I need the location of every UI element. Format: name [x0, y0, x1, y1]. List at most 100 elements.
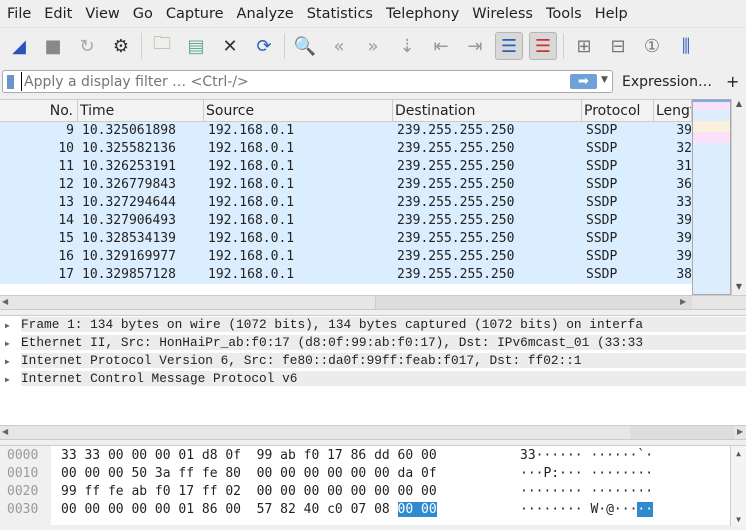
reload-button[interactable]: ⟳ — [250, 32, 278, 60]
packet-row[interactable]: 16 10.329169977 192.168.0.1 239.255.255.250… — [0, 248, 692, 266]
packet-row[interactable]: 14 10.327906493 192.168.0.1 239.255.255.250… — [0, 212, 692, 230]
hex-bytes[interactable]: 99 ff fe ab f0 17 ff 02 00 00 00 00 00 0… — [61, 483, 437, 501]
cell-destination: 239.255.255.250 — [397, 267, 515, 282]
go-forward-button[interactable]: » — [359, 32, 387, 60]
menu-wireless[interactable]: Wireless — [472, 6, 533, 22]
hex-offset: 0010 — [7, 466, 39, 481]
cell-source: 192.168.0.1 — [208, 267, 295, 282]
menu-telephony[interactable]: Telephony — [386, 6, 459, 22]
close-file-button[interactable]: ✕ — [216, 32, 244, 60]
selected-ascii[interactable]: ·· — [637, 502, 654, 517]
menu-tools[interactable]: Tools — [546, 6, 582, 22]
packet-row[interactable]: 15 10.328534139 192.168.0.1 239.255.255.250… — [0, 230, 692, 248]
expand-arrow-icon[interactable]: ▶ — [5, 336, 21, 352]
expand-arrow-icon[interactable]: ▶ — [5, 318, 21, 334]
toolbar-separator — [284, 33, 285, 59]
stop-button[interactable]: ■ — [39, 32, 67, 60]
packet-list-hscrollbar[interactable]: ◀ ▶ — [0, 295, 746, 310]
zoom-in-icon: ⊞ — [576, 35, 592, 57]
packet-row[interactable]: 9 10.325061898 192.168.0.1 239.255.255.250 S… — [0, 122, 692, 140]
ascii-bytes[interactable]: 33······ ······`· — [520, 447, 653, 465]
autoscroll-button[interactable]: ☰ — [495, 32, 523, 60]
zoom-out-icon: ⊟ — [610, 35, 626, 57]
cell-length: 39 — [676, 249, 692, 264]
hex-bytes[interactable]: 33 33 00 00 00 01 d8 0f 99 ab f0 17 86 d… — [61, 447, 437, 465]
menu-go[interactable]: Go — [133, 6, 153, 22]
column-header-no[interactable]: No. — [0, 100, 78, 121]
bytes-scrollbar[interactable]: ▲ ▼ — [730, 446, 746, 526]
packet-row[interactable]: 11 10.326253191 192.168.0.1 239.255.255.250… — [0, 158, 692, 176]
packet-list-scrollbar[interactable]: ▲ ▼ — [731, 99, 746, 295]
go-back-button[interactable]: « — [325, 32, 353, 60]
packet-list-header: No.TimeSourceDestinationProtocolLength — [0, 100, 692, 122]
shark-fin-start-button[interactable]: ◢ — [5, 32, 33, 60]
options-gear-button[interactable]: ⚙ — [107, 32, 135, 60]
cell-time: 10.327906493 — [82, 213, 176, 228]
details-hscrollbar[interactable]: ◀ ▶ — [0, 425, 746, 440]
cell-protocol: SSDP — [586, 231, 618, 246]
packet-row[interactable]: 10 10.325582136 192.168.0.1 239.255.255.250… — [0, 140, 692, 158]
ascii-bytes[interactable]: ········ ········ — [520, 483, 653, 501]
open-folder-button[interactable]: 🗀 — [148, 32, 176, 60]
detail-tree-item[interactable]: ▶ Internet Protocol Version 6, Src: fe80:… — [0, 352, 746, 370]
ascii-bytes[interactable]: ···P:··· ········ — [520, 465, 653, 483]
column-header-destination[interactable]: Destination — [393, 100, 582, 121]
menu-file[interactable]: File — [7, 6, 31, 22]
main-toolbar: ◢ ■ ↻ ⚙ 🗀 ▤ ✕ ⟳ 🔍 « » ⇣ ⇤ ⇥ ☰ ☰ ⊞ ⊟ ① ⫼ — [0, 28, 746, 64]
packet-list: No.TimeSourceDestinationProtocolLength 9… — [0, 99, 692, 295]
last-packet-button[interactable]: ⇥ — [461, 32, 489, 60]
menu-statistics[interactable]: Statistics — [307, 6, 373, 22]
column-header-source[interactable]: Source — [204, 100, 393, 121]
menu-view[interactable]: View — [85, 6, 119, 22]
hex-bytes[interactable]: 00 00 00 00 00 01 86 00 57 82 40 c0 07 0… — [61, 501, 437, 519]
column-header-length[interactable]: Length — [654, 100, 692, 121]
cell-source: 192.168.0.1 — [208, 123, 295, 138]
bookmark-icon[interactable] — [7, 75, 14, 89]
expression-button[interactable]: Expression… — [622, 74, 712, 90]
colorize-icon: ☰ — [534, 35, 552, 57]
go-to-packet-button[interactable]: ⇣ — [393, 32, 421, 60]
detail-tree-item[interactable]: ▶ Internet Control Message Protocol v6 — [0, 370, 746, 388]
packet-minimap[interactable] — [692, 99, 731, 295]
ascii-text: ···P:··· ········ — [520, 466, 654, 481]
zoom-in-button[interactable]: ⊞ — [570, 32, 598, 60]
menu-edit[interactable]: Edit — [44, 6, 72, 22]
file-button[interactable]: ▤ — [182, 32, 210, 60]
cell-no: 14 — [58, 213, 74, 228]
column-header-protocol[interactable]: Protocol — [582, 100, 654, 121]
add-filter-button[interactable]: + — [726, 72, 739, 91]
filter-history-dropdown-icon[interactable]: ▼ — [601, 75, 608, 85]
restart-button[interactable]: ↻ — [73, 32, 101, 60]
cell-no: 10 — [58, 141, 74, 156]
selected-bytes[interactable]: 00 00 — [397, 502, 437, 517]
menu-analyze[interactable]: Analyze — [237, 6, 294, 22]
hex-bytes-text: 00 00 00 00 00 01 86 00 57 82 40 c0 07 0… — [61, 502, 398, 517]
zoom-out-button[interactable]: ⊟ — [604, 32, 632, 60]
packet-row[interactable]: 13 10.327294644 192.168.0.1 239.255.255.250… — [0, 194, 692, 212]
packet-row[interactable]: 12 10.326779843 192.168.0.1 239.255.255.250… — [0, 176, 692, 194]
packet-row[interactable]: 17 10.329857128 192.168.0.1 239.255.255.250… — [0, 266, 692, 284]
colorize-button[interactable]: ☰ — [529, 32, 557, 60]
hex-bytes[interactable]: 00 00 00 50 3a ff fe 80 00 00 00 00 00 0… — [61, 465, 437, 483]
expand-arrow-icon[interactable]: ▶ — [5, 354, 21, 370]
detail-tree-item[interactable]: ▶ Frame 1: 134 bytes on wire (1072 bits),… — [0, 316, 746, 334]
column-header-time[interactable]: Time — [78, 100, 204, 121]
first-packet-button[interactable]: ⇤ — [427, 32, 455, 60]
menu-help[interactable]: Help — [595, 6, 628, 22]
apply-filter-arrow-icon[interactable]: ➡ — [570, 74, 597, 89]
cell-source: 192.168.0.1 — [208, 159, 295, 174]
expand-arrow-icon[interactable]: ▶ — [5, 372, 21, 388]
normal-size-button[interactable]: ① — [638, 32, 666, 60]
display-filter-input[interactable] — [21, 72, 561, 91]
packet-bytes-pane: ▲ ▼ 0000 33 33 00 00 00 01 d8 0f 99 ab f0 … — [0, 445, 746, 526]
resize-columns-button[interactable]: ⫼ — [672, 32, 700, 60]
ascii-bytes[interactable]: ········ W·@····· — [520, 501, 654, 519]
menu-bar: File Edit View Go Capture Analyze Statistics Te… — [0, 0, 746, 28]
search-button[interactable]: 🔍 — [291, 32, 319, 60]
cell-destination: 239.255.255.250 — [397, 141, 515, 156]
detail-tree-item[interactable]: ▶ Ethernet II, Src: HonHaiPr_ab:f0:17 (d8… — [0, 334, 746, 352]
search-icon: 🔍 — [293, 35, 317, 57]
display-filter-bar: ➡ ▼ — [2, 70, 613, 93]
menu-capture[interactable]: Capture — [166, 6, 224, 22]
cell-protocol: SSDP — [586, 177, 618, 192]
